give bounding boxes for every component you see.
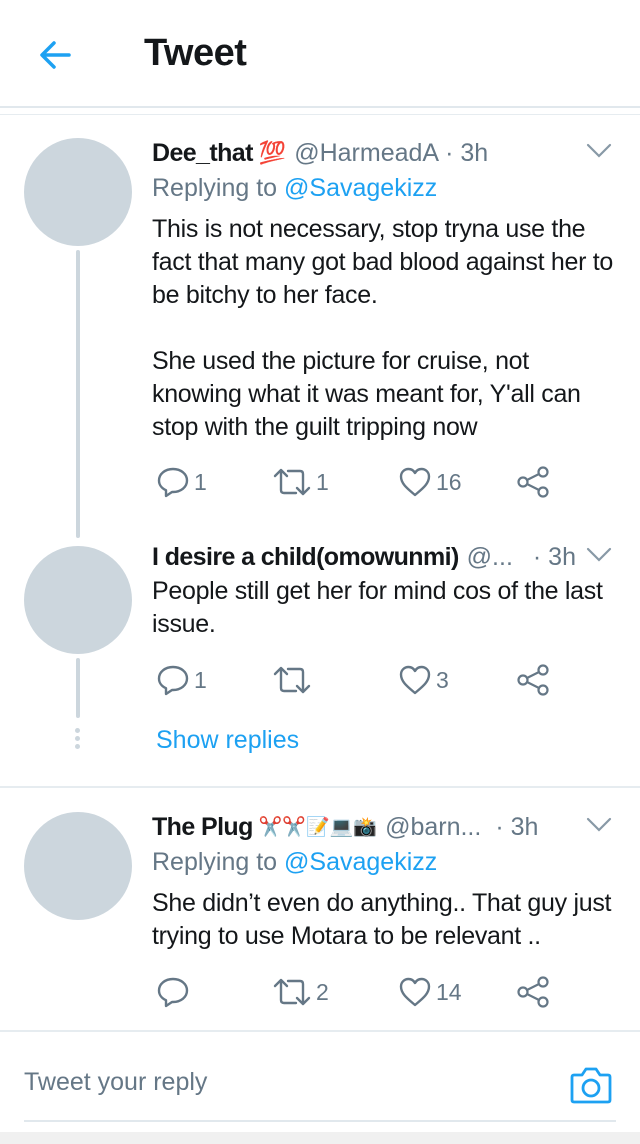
like-button[interactable]: 16 [398, 462, 462, 502]
like-count: 3 [436, 666, 449, 693]
tweet-actions: 2 14 [152, 972, 572, 1012]
chevron-down-icon [586, 143, 612, 158]
share-icon [517, 976, 549, 1008]
name-emoji: 💯 [258, 140, 287, 165]
like-count: 16 [436, 468, 462, 495]
tweet-text: People still get her for mind cos of the… [152, 575, 622, 641]
tweet-menu-button[interactable] [582, 808, 616, 842]
tweet-menu-button[interactable] [582, 134, 616, 168]
tweet-paragraph: She used the picture for cruise, not kno… [152, 347, 581, 441]
show-replies-link[interactable]: Show replies [156, 726, 299, 755]
replying-prefix: Replying to [152, 848, 278, 876]
like-button[interactable]: 14 [398, 972, 462, 1012]
reply-icon [157, 977, 189, 1008]
avatar[interactable] [24, 812, 132, 920]
reply-count: 1 [194, 468, 207, 495]
thread-line [76, 250, 80, 538]
header-divider [0, 106, 640, 108]
share-button[interactable] [516, 462, 550, 502]
reply-button[interactable] [156, 972, 194, 1012]
share-button[interactable] [516, 972, 550, 1012]
tweet-menu-button[interactable] [582, 538, 616, 572]
display-name[interactable]: Dee_that [152, 139, 253, 168]
tweet-text: This is not necessary, stop tryna use th… [152, 213, 622, 444]
top-bar: Tweet [0, 0, 640, 115]
user-handle[interactable]: @barn... [385, 813, 481, 842]
replying-to: Replying to @Savagekizz [152, 848, 437, 877]
tweet-time: · 3h [532, 542, 576, 571]
share-icon [517, 664, 549, 696]
heart-icon [399, 977, 431, 1007]
retweet-button[interactable]: 2 [272, 972, 329, 1012]
thread-line [76, 658, 80, 718]
replying-mention-link[interactable]: @Savagekizz [284, 174, 437, 202]
header-divider-secondary [0, 114, 640, 115]
back-arrow-icon [40, 41, 71, 69]
tweet-paragraph: People still get her for mind cos of the… [152, 577, 603, 638]
reply-composer: Tweet your reply [0, 1032, 640, 1144]
retweet-icon [273, 468, 311, 496]
share-button[interactable] [516, 660, 550, 700]
retweet-button[interactable] [272, 660, 316, 700]
heart-icon [399, 467, 431, 497]
tweet-header: The Plug ✂️✂️📝💻📸 @barn... · 3h [152, 810, 538, 844]
bottom-bar [0, 1132, 640, 1144]
tweet-actions: 1 1 16 [152, 462, 572, 502]
chevron-down-icon [586, 547, 612, 562]
share-icon [517, 466, 549, 498]
tweet-actions: 1 3 [152, 660, 572, 700]
retweet-count: 2 [316, 978, 329, 1005]
reply-button[interactable]: 1 [156, 462, 207, 502]
camera-icon [570, 1067, 612, 1104]
replying-prefix: Replying to [152, 174, 278, 202]
more-replies-dots [75, 728, 81, 752]
reply-input[interactable]: Tweet your reply [24, 1068, 207, 1097]
tweet-header: I desire a child(omowunmi) @... · 3h [152, 540, 576, 574]
user-handle[interactable]: @HarmeadA [294, 139, 439, 168]
back-button[interactable] [30, 30, 80, 80]
reply-icon [157, 467, 189, 498]
replying-mention-link[interactable]: @Savagekizz [284, 848, 437, 876]
display-name[interactable]: I desire a child(omowunmi) [152, 543, 459, 572]
tweet-time: · 3h [495, 812, 539, 841]
tweet-header: Dee_that 💯 @HarmeadA · 3h [152, 136, 488, 170]
replying-to: Replying to @Savagekizz [152, 174, 437, 203]
chevron-down-icon [586, 817, 612, 832]
avatar[interactable] [24, 546, 132, 654]
display-name[interactable]: The Plug [152, 813, 253, 842]
retweet-button[interactable]: 1 [272, 462, 329, 502]
reply-count: 1 [194, 666, 207, 693]
retweet-icon [273, 666, 311, 694]
tweet-time: · 3h [445, 138, 489, 167]
reply-icon [157, 665, 189, 696]
tweet-paragraph: She didn’t even do anything.. That guy j… [152, 889, 612, 950]
retweet-icon [273, 978, 311, 1006]
tweet-text: She didn’t even do anything.. That guy j… [152, 887, 622, 953]
like-count: 14 [436, 978, 462, 1005]
tweet-paragraph: This is not necessary, stop tryna use th… [152, 215, 614, 309]
reply-input-underline [24, 1120, 616, 1122]
like-button[interactable]: 3 [398, 660, 449, 700]
name-emoji: ✂️✂️📝💻📸 [258, 817, 378, 838]
thread-separator [0, 786, 640, 788]
avatar[interactable] [24, 138, 132, 246]
retweet-count: 1 [316, 468, 329, 495]
reply-button[interactable]: 1 [156, 660, 207, 700]
heart-icon [399, 665, 431, 695]
camera-button[interactable] [568, 1062, 614, 1108]
page-title: Tweet [144, 32, 247, 74]
user-handle[interactable]: @... [467, 543, 513, 572]
